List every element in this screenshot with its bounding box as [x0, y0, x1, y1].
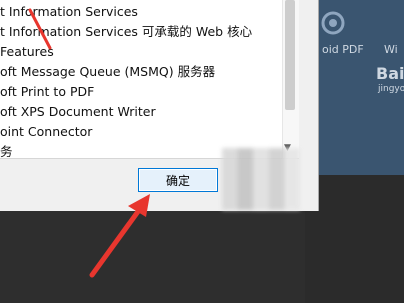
list-item[interactable]: oft Message Queue (MSMQ) 服务器: [0, 62, 215, 82]
background-item: Wi: [384, 43, 398, 56]
gear-icon: [318, 8, 348, 38]
list-item[interactable]: t Information Services: [0, 2, 138, 22]
list-item[interactable]: Features: [0, 42, 54, 62]
list-item[interactable]: 务: [0, 142, 13, 158]
ok-button[interactable]: 确定: [138, 168, 218, 192]
list-item[interactable]: oft Print to PDF: [0, 82, 94, 102]
scrollbar-thumb[interactable]: [285, 0, 295, 110]
background-item: jingyo: [378, 84, 404, 94]
blurred-region: [222, 148, 300, 210]
features-list[interactable]: t Information Services t Information Ser…: [0, 0, 299, 159]
list-item[interactable]: oft XPS Document Writer: [0, 102, 156, 122]
list-item[interactable]: oint Connector: [0, 122, 92, 142]
background-item: oid PDF: [322, 43, 364, 56]
background-item: Bai: [376, 64, 404, 83]
background-dark-area: [305, 175, 404, 303]
list-item[interactable]: t Information Services 可承载的 Web 核心: [0, 22, 252, 42]
